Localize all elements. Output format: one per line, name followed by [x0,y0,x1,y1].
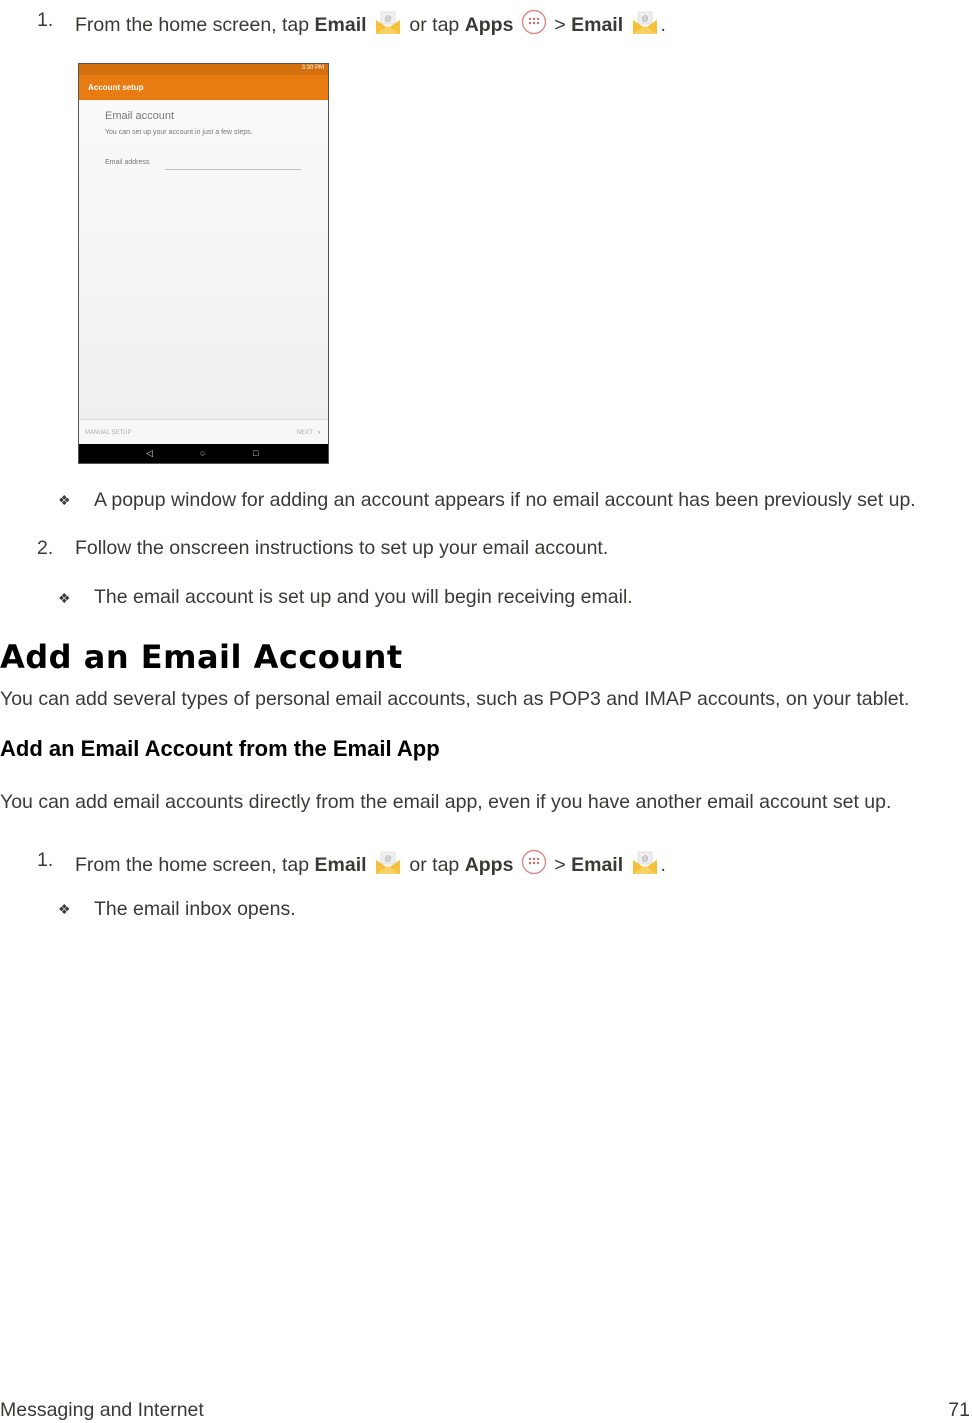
step-text: . [660,14,666,36]
step-number: 1. [37,849,54,871]
setup-content: Email account You can set up your accoun… [79,100,328,443]
account-setup-screenshot: 3:30 PM Account setup Email account You … [78,63,329,464]
next-button: NEXT › [297,430,320,436]
email-app-label: Email [571,854,624,876]
back-icon: ◁ [146,448,153,458]
bullet-icon: ❖ [58,492,71,508]
apps-grid-icon [521,849,547,881]
email-envelope-icon: @ [374,11,402,41]
setup-subtitle: You can set up your account in just a fe… [105,129,253,136]
svg-text:@: @ [641,16,648,23]
chevron-right-icon: › [318,430,320,436]
apps-label: Apps [464,854,514,876]
recents-icon: □ [253,448,259,458]
note-text: A popup window for adding an account app… [94,489,916,511]
subsection-title: Add an Email Account from the Email App [0,736,440,761]
email-address-field [165,169,301,170]
setup-bottom-bar: MANUAL SETUP NEXT › [79,419,328,445]
bullet-icon: ❖ [58,590,71,606]
step-text: From the home screen, tap [75,854,315,876]
step-text: or tap [403,14,465,36]
email-envelope-icon: @ [631,11,659,41]
section-step-1-text: From the home screen, tap Email @ or tap… [75,849,666,881]
page-number: 71 [948,1399,970,1421]
android-nav-bar: ◁ ○ □ [79,444,328,463]
status-time: 3:30 PM [301,65,324,71]
app-bar-title: Account setup [79,75,328,100]
email-app-label: Email [571,14,624,36]
svg-text:@: @ [384,856,391,863]
email-app-label: Email [314,14,367,36]
step-number: 1. [37,9,54,31]
step-text: . [660,854,666,876]
step-text: or tap [403,854,465,876]
apps-label: Apps [464,14,514,36]
svg-text:@: @ [384,16,391,23]
bullet-icon: ❖ [58,901,71,917]
email-envelope-icon: @ [374,851,402,881]
email-address-label: Email address [105,159,150,166]
status-bar: 3:30 PM [79,64,328,75]
setup-heading: Email account [105,110,175,122]
step-text: > [548,14,572,36]
section-title: Add an Email Account [0,638,403,676]
section-intro: You can add several types of personal em… [0,688,910,710]
step-number: 2. [37,537,54,559]
svg-text:@: @ [641,856,648,863]
email-envelope-icon: @ [631,851,659,881]
note-text: The email account is set up and you will… [94,586,633,608]
email-app-label: Email [314,854,367,876]
next-label: NEXT [296,430,313,436]
footer-section-name: Messaging and Internet [0,1399,204,1421]
note-text: The email inbox opens. [94,898,296,920]
subsection-intro: You can add email accounts directly from… [0,791,892,813]
step-2-text: Follow the onscreen instructions to set … [75,537,609,559]
manual-setup-button: MANUAL SETUP [85,430,132,436]
step-text: > [548,854,572,876]
step-text: From the home screen, tap [75,14,315,36]
step-1-text: From the home screen, tap Email @ or tap… [75,9,666,41]
home-icon: ○ [200,448,206,458]
apps-grid-icon [521,9,547,41]
